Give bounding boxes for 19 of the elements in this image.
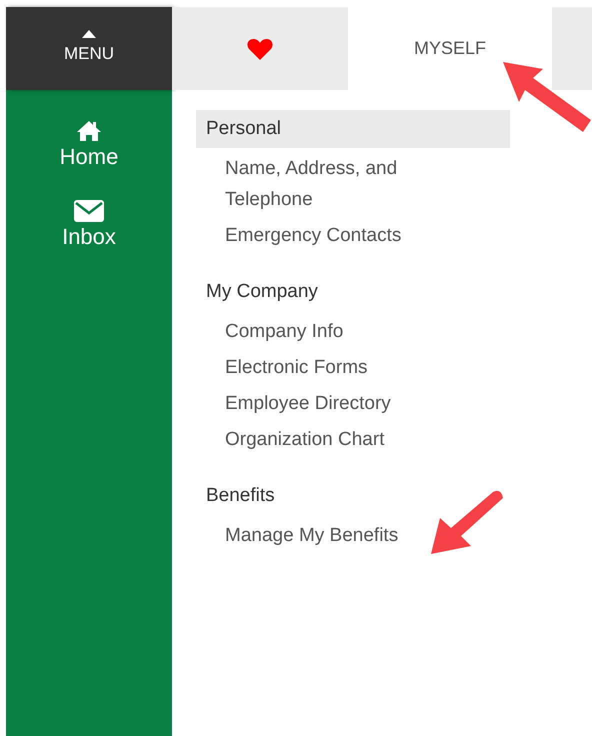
heart-icon: [247, 38, 273, 60]
menu-link[interactable]: Emergency Contacts: [225, 220, 402, 251]
envelope-icon: [74, 200, 104, 222]
arrow-annotation: [431, 490, 503, 554]
menu-link[interactable]: Electronic Forms: [225, 352, 368, 383]
menu-link[interactable]: Name, Address, and Telephone: [225, 153, 455, 215]
inbox-link[interactable]: Inbox: [62, 200, 116, 250]
favorites-tab[interactable]: [172, 7, 348, 90]
menu-button[interactable]: MENU: [6, 7, 172, 90]
caret-icon: [82, 30, 96, 38]
menu-link[interactable]: Manage My Benefits: [225, 520, 398, 551]
menu-link[interactable]: Employee Directory: [225, 388, 391, 419]
home-link[interactable]: Home: [60, 120, 118, 170]
home-icon: [76, 120, 102, 142]
section-heading: My Company: [205, 280, 319, 304]
section-heading: Benefits: [205, 484, 276, 508]
section-heading: Personal: [196, 110, 510, 148]
menu-link[interactable]: Company Info: [225, 316, 344, 347]
menu-link[interactable]: Organization Chart: [225, 424, 384, 455]
